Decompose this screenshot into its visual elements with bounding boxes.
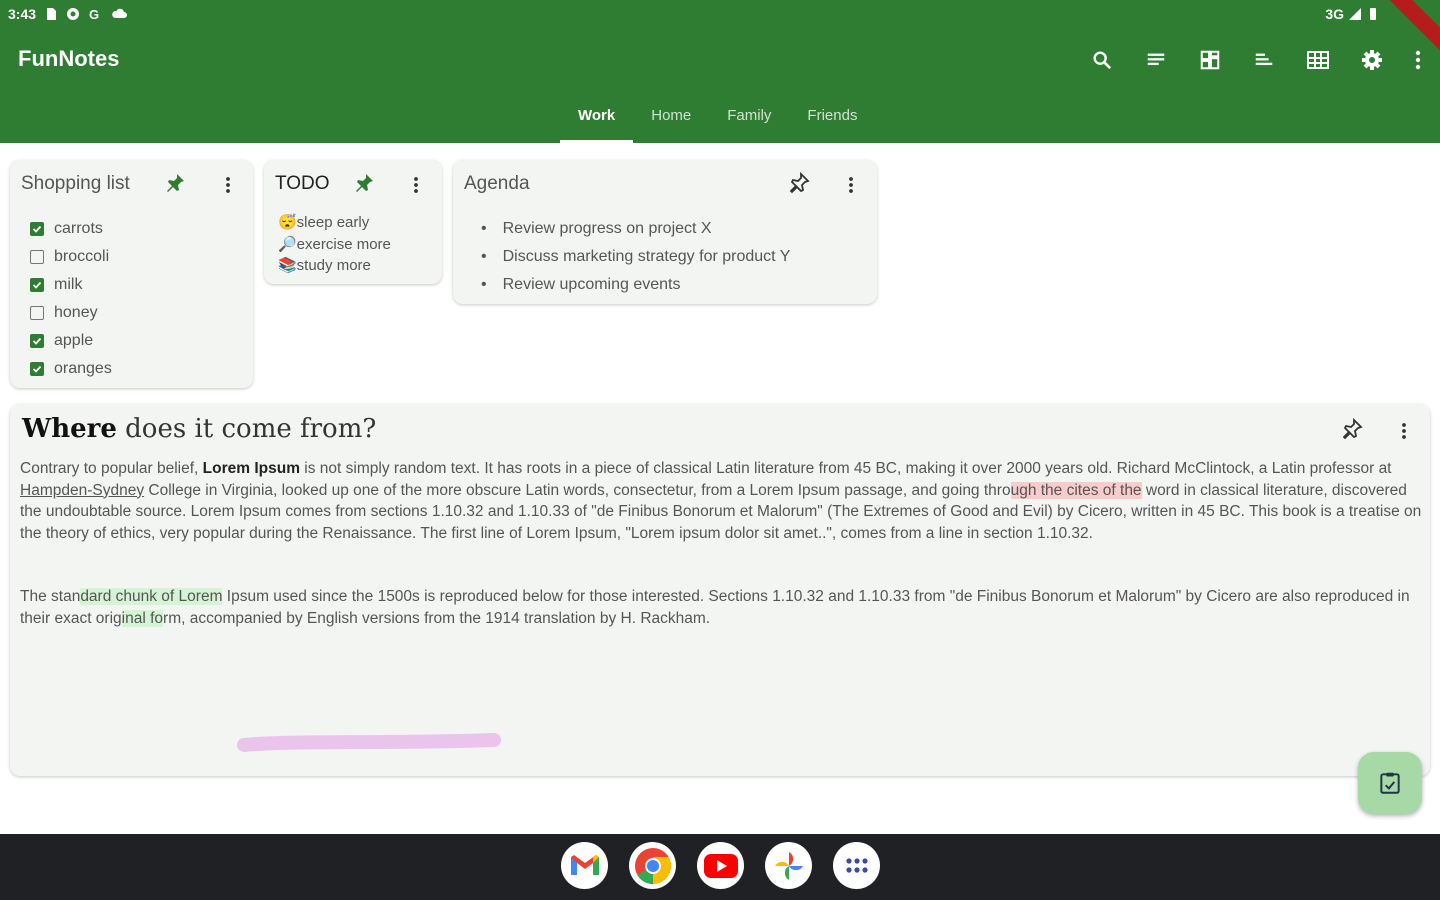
youtube-icon[interactable] [697, 842, 744, 889]
agenda-item-label: Review progress on project X [502, 220, 712, 237]
checkbox-unchecked-icon[interactable] [30, 250, 44, 264]
checklist-item-label: apple [54, 332, 94, 349]
pink-scribble [237, 733, 501, 752]
todo-card[interactable]: TODO 😴sleep early 🔎exercise more 📚study … [264, 160, 442, 284]
agenda-card[interactable]: Agenda • Review progress on project X • Di… [453, 160, 877, 304]
google-icon: G [89, 7, 99, 21]
checklist-item-label: milk [54, 276, 83, 293]
highlight-red: ugh the cites of the [1010, 481, 1142, 499]
todo-line: 📚study more [278, 257, 371, 274]
gmail-icon[interactable] [561, 842, 608, 889]
sim-card-icon [47, 8, 57, 20]
checklist-item-label: honey [54, 304, 98, 321]
agenda-item-label: Review upcoming events [502, 276, 681, 293]
article-title: Where does it come from? [22, 414, 376, 444]
checklist-item[interactable]: milk [30, 276, 82, 294]
article-paragraph-1: Contrary to popular belief, Lorem Ipsum … [20, 458, 1425, 544]
bold-text: Lorem Ipsum [202, 460, 300, 477]
grid-view-icon[interactable] [1194, 44, 1226, 76]
list-view-icon[interactable] [1140, 44, 1172, 76]
underlined-link[interactable]: Hampden-Sydney [20, 482, 144, 499]
more-vert-icon[interactable] [839, 173, 863, 197]
checkbox-checked-icon[interactable] [30, 222, 44, 236]
highlight-green: dard chunk of Lorem [80, 588, 223, 605]
table-view-icon[interactable] [1302, 44, 1334, 76]
article-title-rest: does it come from? [116, 414, 377, 444]
settings-status-icon [67, 8, 80, 20]
article-title-bold: Where [22, 414, 117, 444]
tab-family[interactable]: Family [709, 98, 789, 143]
search-icon[interactable] [1086, 44, 1118, 76]
battery-icon [1370, 8, 1376, 20]
article-paragraph-2: The standard chunk of Lorem Ipsum used s… [20, 586, 1425, 629]
status-bar: 3:43 G 3G [0, 0, 1440, 56]
checklist-item[interactable]: oranges [30, 360, 112, 378]
checkbox-checked-icon[interactable] [30, 334, 44, 348]
sort-icon[interactable] [1248, 44, 1280, 76]
more-vert-icon[interactable] [1410, 44, 1426, 76]
more-vert-icon[interactable] [404, 173, 428, 197]
checklist-item[interactable]: apple [30, 332, 93, 350]
signal-icon [1349, 8, 1361, 20]
settings-icon[interactable] [1356, 44, 1388, 76]
note-title: Shopping list [21, 173, 130, 194]
agenda-item: • Review progress on project X [481, 220, 712, 237]
text-run: Contrary to popular belief, [20, 460, 203, 477]
status-time: 3:43 [8, 6, 37, 22]
shopping-list-card[interactable]: Shopping list carrots broccoli milk hone… [10, 160, 253, 388]
checklist-item-label: carrots [54, 220, 103, 237]
pin-outline-icon[interactable] [1340, 417, 1364, 441]
more-vert-icon[interactable] [1392, 419, 1416, 443]
highlight-green: inal fo [121, 609, 164, 627]
todo-line: 😴sleep early [278, 214, 370, 231]
note-title: TODO [275, 173, 330, 194]
cloud-icon [112, 8, 128, 18]
checklist-item-label: oranges [54, 360, 112, 377]
network-label: 3G [1325, 6, 1344, 22]
app-title: FunNotes [18, 46, 120, 71]
agenda-item: • Discuss marketing strategy for product … [481, 248, 791, 265]
app-drawer-icon[interactable] [833, 842, 880, 889]
tab-friends[interactable]: Friends [789, 98, 875, 143]
photos-icon[interactable] [765, 842, 812, 889]
tab-home[interactable]: Home [633, 98, 709, 143]
checklist-item[interactable]: honey [30, 304, 98, 322]
pin-filled-icon[interactable] [163, 171, 187, 195]
chrome-icon[interactable] [629, 842, 676, 889]
tab-work[interactable]: Work [560, 98, 634, 143]
app-dock [561, 842, 880, 889]
more-vert-icon[interactable] [216, 173, 240, 197]
new-note-button[interactable] [1358, 752, 1422, 814]
note-add-icon [1380, 772, 1400, 794]
toolbar [1086, 44, 1426, 76]
checkbox-checked-icon[interactable] [30, 362, 44, 376]
agenda-item: • Review upcoming events [481, 276, 681, 293]
note-title: Agenda [464, 173, 530, 194]
checkbox-unchecked-icon[interactable] [30, 306, 44, 320]
text-run: rm, accompanied by English versions from… [163, 609, 711, 627]
text-run: College in Virginia, looked up one of th… [144, 481, 1011, 499]
checkbox-checked-icon[interactable] [30, 278, 44, 292]
tab-bar: Work Home Family Friends [560, 98, 875, 143]
pin-outline-icon[interactable] [787, 171, 811, 195]
text-run: is not simply random text. It has roots … [299, 460, 1392, 477]
checklist-item-label: broccoli [54, 248, 110, 265]
todo-line: 🔎exercise more [278, 236, 391, 253]
checklist-item[interactable]: carrots [30, 220, 103, 238]
pin-filled-icon[interactable] [352, 171, 376, 195]
checklist-item[interactable]: broccoli [30, 248, 109, 266]
text-run: The stan [20, 588, 81, 605]
agenda-item-label: Discuss marketing strategy for product Y [502, 248, 791, 265]
svg-text:G: G [89, 7, 99, 21]
app-bar: 3:43 G 3G FunNotes Work Home Family Frie… [0, 0, 1440, 143]
